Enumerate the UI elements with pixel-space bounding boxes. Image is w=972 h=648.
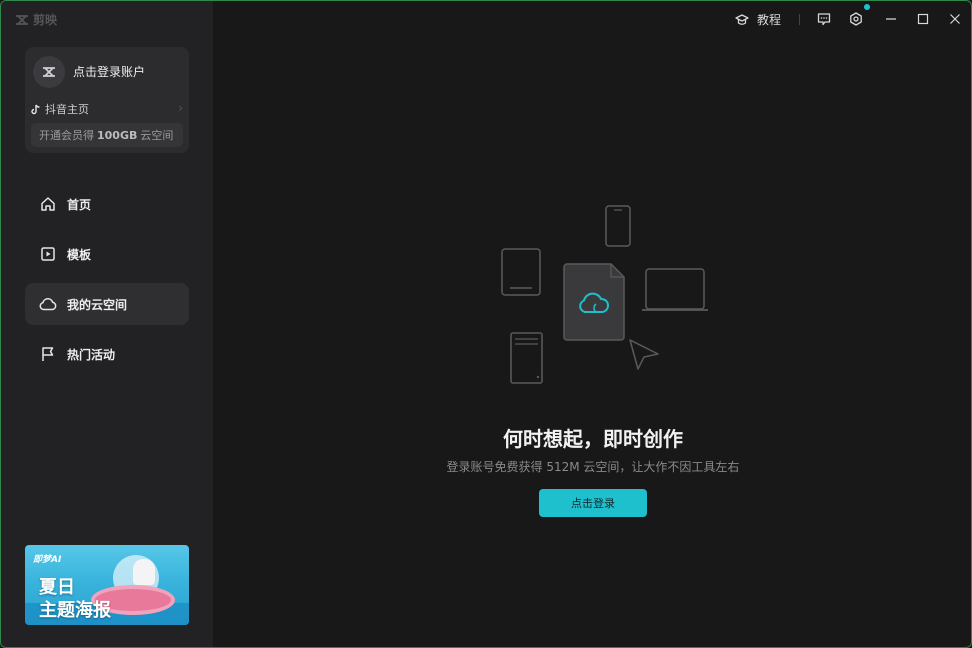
douyin-homepage-link[interactable]: 抖音主页 › (31, 101, 183, 117)
feedback-icon (817, 13, 831, 26)
home-icon (39, 195, 57, 213)
app-name: 剪映 (33, 13, 58, 27)
login-button[interactable]: 点击登录 (539, 489, 647, 517)
avatar[interactable] (33, 56, 65, 88)
sidebar-item-home[interactable]: 首页 (25, 183, 189, 225)
promo-astronaut-decoration (133, 559, 155, 585)
sidebar-item-label: 模板 (67, 247, 92, 262)
sidebar-item-events[interactable]: 热门活动 (25, 333, 189, 375)
cloud-devices-illustration (501, 205, 708, 384)
close-button[interactable] (947, 11, 963, 27)
flag-icon (39, 345, 57, 363)
settings-button[interactable] (848, 11, 864, 27)
tutorial-button[interactable]: 教程 (735, 11, 781, 28)
vip-suffix: 云空间 (140, 129, 174, 142)
sidebar-item-label: 热门活动 (67, 347, 116, 362)
empty-state-subline: 登录账号免费获得 512M 云空间，让大作不因工具左右 (446, 460, 740, 474)
sidebar-item-label: 我的云空间 (67, 297, 128, 312)
vip-banner[interactable]: 开通会员得 100GB 云空间 (31, 123, 183, 147)
vip-prefix: 开通会员得 (39, 129, 94, 142)
app-logo: 剪映 (15, 11, 57, 28)
capcut-logo-icon (16, 14, 28, 25)
gear-icon (850, 12, 862, 26)
cloud-icon (39, 295, 57, 313)
sidebar-nav: 首页 模板 我的云空间 热门活动 (25, 183, 189, 383)
promo-banner[interactable]: 即梦AI 夏日 主题海报 (25, 545, 189, 625)
account-card: 点击登录账户 抖音主页 › 开通会员得 100GB 云空间 (25, 47, 189, 153)
maximize-button[interactable] (915, 11, 931, 27)
minimize-button[interactable] (883, 11, 899, 27)
sidebar-item-cloud-space[interactable]: 我的云空间 (25, 283, 189, 325)
douyin-label: 抖音主页 (45, 103, 89, 116)
tutorial-label: 教程 (757, 13, 782, 27)
feedback-button[interactable] (816, 11, 832, 27)
capcut-avatar-icon (43, 67, 55, 77)
notification-dot (864, 4, 870, 10)
maximize-icon (917, 13, 929, 25)
graduation-cap-icon (735, 13, 749, 25)
template-icon (39, 245, 57, 263)
promo-title-line2: 主题海报 (39, 600, 111, 621)
login-account-link[interactable]: 点击登录账户 (73, 63, 145, 80)
vip-amount: 100GB (97, 128, 138, 142)
empty-state-headline: 何时想起，即时创作 (503, 427, 683, 451)
minimize-icon (886, 18, 896, 20)
chevron-right-icon: › (178, 101, 183, 115)
sidebar-item-label: 首页 (67, 197, 92, 212)
sidebar: 剪映 点击登录账户 抖音主页 › 开通会员得 100GB 云空间 首页 模板 我… (1, 1, 213, 647)
app-window: 剪映 点击登录账户 抖音主页 › 开通会员得 100GB 云空间 首页 模板 我… (0, 0, 972, 648)
titlebar-divider (799, 14, 800, 25)
douyin-icon (31, 104, 40, 114)
sidebar-item-templates[interactable]: 模板 (25, 233, 189, 275)
promo-brand: 即梦AI (33, 555, 62, 565)
close-icon (950, 14, 960, 24)
